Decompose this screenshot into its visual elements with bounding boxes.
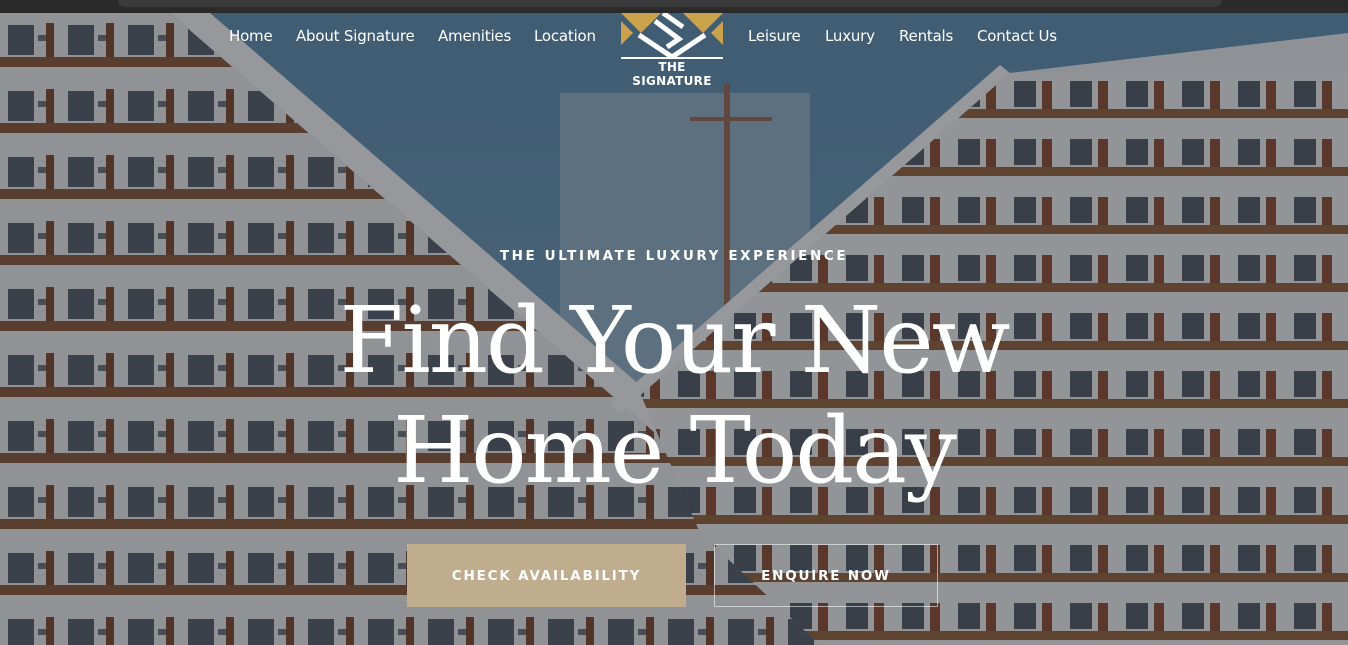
nav-contact-us[interactable]: Contact Us — [977, 27, 1057, 45]
nav-leisure[interactable]: Leisure — [748, 27, 801, 45]
hero-headline-line-1: Find Your New — [339, 287, 1011, 394]
nav-location[interactable]: Location — [534, 27, 596, 45]
nav-amenities[interactable]: Amenities — [438, 27, 511, 45]
nav-home[interactable]: Home — [229, 27, 273, 45]
nav-about-signature[interactable]: About Signature — [296, 27, 415, 45]
browser-address-strip — [118, 0, 1222, 7]
hero-headline-line-2: Home Today — [393, 397, 957, 504]
hero-eyebrow: THE ULTIMATE LUXURY EXPERIENCE — [499, 248, 849, 264]
nav-luxury[interactable]: Luxury — [825, 27, 875, 45]
hero-headline: Find Your New Home Today — [274, 286, 1074, 506]
enquire-now-button[interactable]: ENQUIRE NOW — [714, 544, 938, 607]
nav-rentals[interactable]: Rentals — [899, 27, 953, 45]
logo-wordmark: THE SIGNATURE — [632, 60, 712, 88]
diamond-s-logo-icon — [621, 13, 723, 59]
browser-top-edge — [0, 0, 1348, 13]
site-logo[interactable]: THE SIGNATURE — [620, 13, 724, 88]
hero-section: Home About Signature Amenities Location … — [0, 13, 1348, 645]
check-availability-button[interactable]: CHECK AVAILABILITY — [407, 544, 686, 607]
